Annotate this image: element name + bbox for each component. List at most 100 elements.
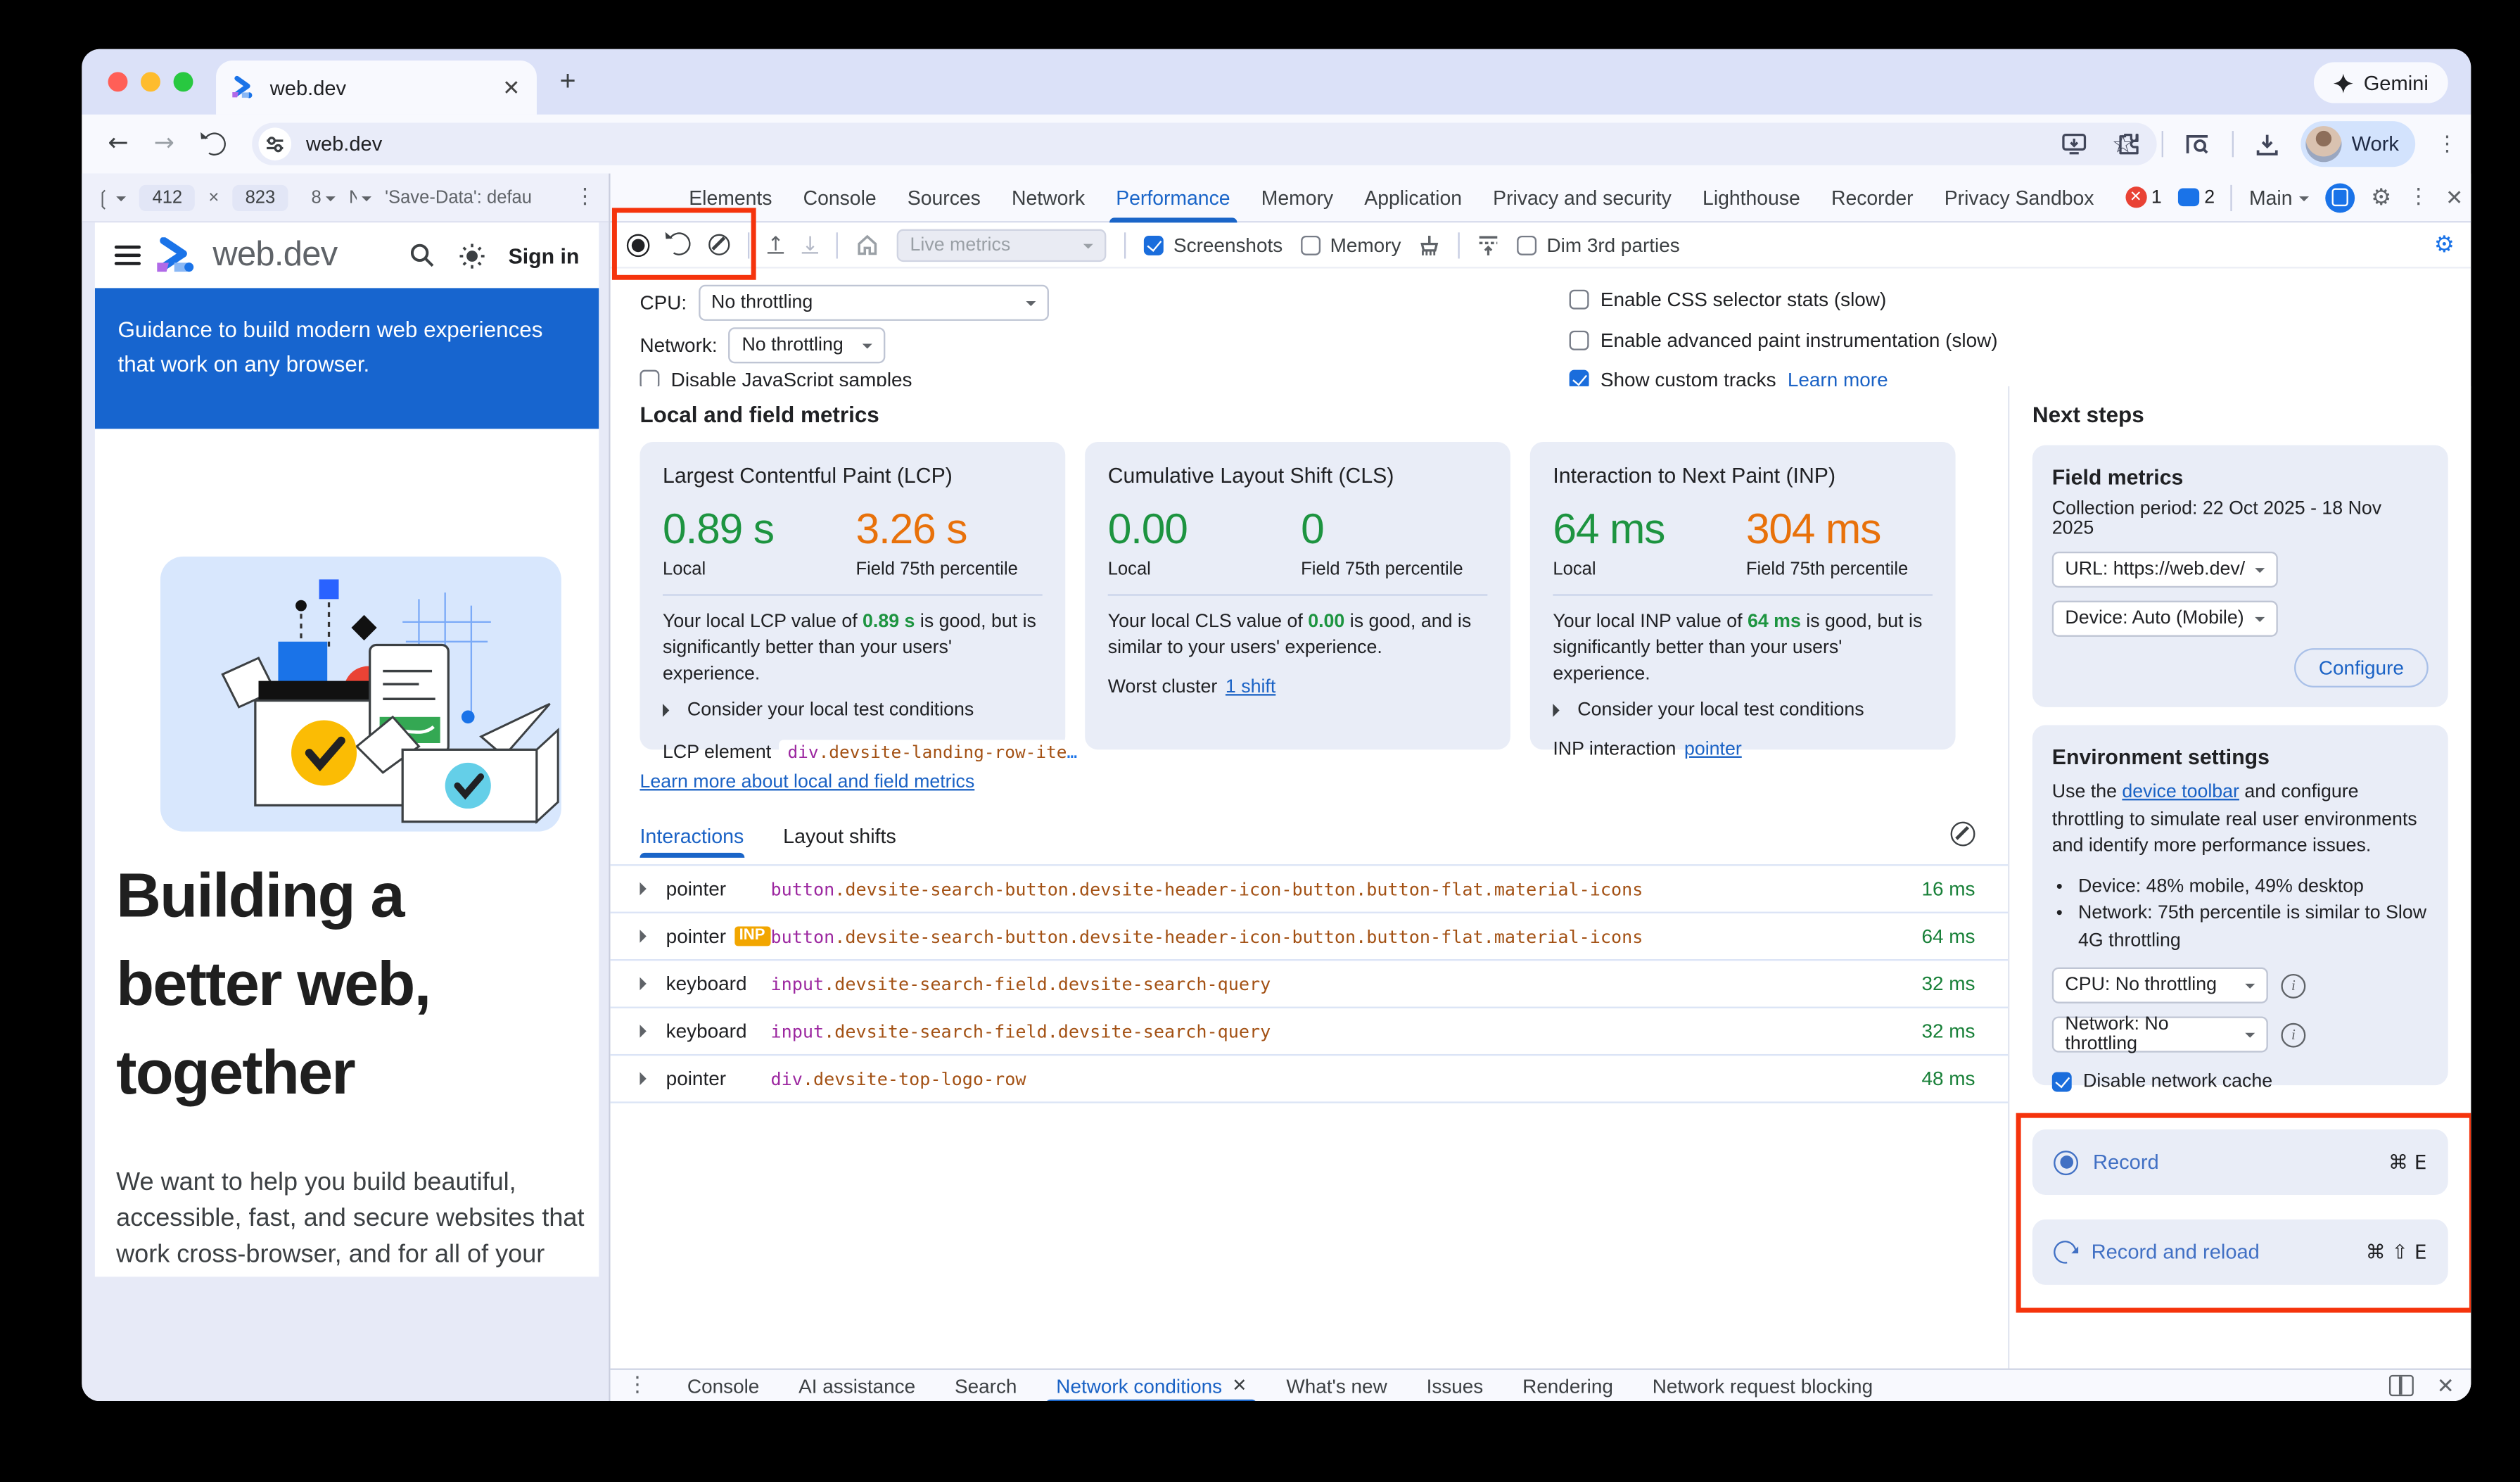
devtools-close-icon[interactable]: ✕ (2445, 184, 2463, 210)
env-cpu-select[interactable]: CPU: No throttling (2052, 968, 2268, 1003)
sign-in-button[interactable]: Sign in (509, 243, 580, 267)
drawer-tab-close-icon[interactable]: ✕ (1232, 1375, 1247, 1396)
interaction-row[interactable]: pointer div.devsite-top-logo-row 48 ms (611, 1054, 2008, 1103)
browser-menu-icon[interactable]: ⋮ (2436, 132, 2457, 156)
drawer-tab-rendering[interactable]: Rendering (1522, 1369, 1613, 1401)
tab-lighthouse[interactable]: Lighthouse (1703, 172, 1800, 222)
inp-pointer-link[interactable]: pointer (1684, 740, 1742, 759)
learn-more-metrics-link[interactable]: Learn more about local and field metrics (639, 773, 974, 792)
lcp-consider-toggle[interactable]: Consider your local test conditions (663, 701, 1043, 721)
back-button[interactable]: ← (108, 127, 129, 157)
interaction-row[interactable]: keyboard input.devsite-search-field.devs… (611, 959, 2008, 1006)
record-and-reload-button[interactable]: Record and reload ⌘ ⇧ E (2032, 1220, 2448, 1285)
install-icon[interactable] (2061, 132, 2086, 156)
minimize-window-button[interactable] (141, 72, 160, 91)
configure-button[interactable]: Configure (2294, 648, 2429, 688)
screenshots-checkbox[interactable] (1144, 235, 1164, 255)
live-metrics-select[interactable]: Live metrics (897, 228, 1107, 261)
drawer-tab-ai-assistance[interactable]: AI assistance (798, 1369, 915, 1401)
new-tab-button[interactable]: + (559, 65, 575, 99)
network-throttle-select[interactable]: No throttling (729, 327, 886, 363)
tab-console[interactable]: Console (803, 172, 877, 222)
message-badge[interactable]: 2 (2178, 187, 2215, 207)
flame-collapse-icon[interactable] (1478, 233, 1499, 256)
memory-checkbox[interactable] (1301, 235, 1321, 255)
tab-layout-shifts[interactable]: Layout shifts (783, 825, 896, 858)
drawer-split-icon[interactable] (2389, 1375, 2414, 1396)
target-select[interactable]: Main (2249, 186, 2309, 209)
search-tabs-icon[interactable] (2184, 132, 2210, 156)
device-width-input[interactable]: 412 (139, 184, 196, 210)
device-posture-icon[interactable] (2325, 182, 2355, 212)
inp-consider-toggle[interactable]: Consider your local test conditions (1553, 701, 1933, 721)
network-info-icon[interactable]: i (2281, 1022, 2305, 1047)
interaction-row[interactable]: keyboard input.devsite-search-field.devs… (611, 1006, 2008, 1053)
close-window-button[interactable] (108, 72, 128, 91)
forward-button[interactable]: → (154, 127, 174, 157)
save-data-select[interactable]: 'Save-Data': defau (385, 187, 532, 207)
gemini-button[interactable]: Gemini (2315, 62, 2448, 103)
device-toolbar-menu-icon[interactable]: ⋮ (574, 185, 595, 210)
reload-button[interactable] (203, 132, 226, 162)
devtools-menu-icon[interactable]: ⋮ (2408, 185, 2429, 210)
field-url-select[interactable]: URL: https://web.dev/ (2052, 552, 2278, 588)
env-network-select[interactable]: Network: No throttling (2052, 1016, 2268, 1052)
drawer-tab-network-request-blocking[interactable]: Network request blocking (1653, 1369, 1873, 1401)
record-reload-icon[interactable] (668, 232, 691, 260)
drawer-tab-search[interactable]: Search (955, 1369, 1017, 1401)
throttling-select[interactable]: N (349, 187, 372, 207)
tab-performance[interactable]: Performance (1116, 172, 1230, 222)
error-badge[interactable]: ✕1 (2125, 186, 2162, 208)
drawer-tab-network-conditions[interactable]: Network conditions✕ (1056, 1369, 1247, 1401)
search-icon[interactable] (409, 242, 435, 268)
omnibox[interactable]: web.dev ☆ (252, 122, 2156, 165)
tab-network[interactable]: Network (1012, 172, 1085, 222)
device-select[interactable]: ❲ (95, 186, 126, 209)
site-settings-icon[interactable] (259, 127, 292, 160)
site-brand[interactable]: web.dev (212, 236, 337, 275)
tab-elements[interactable]: Elements (689, 172, 772, 222)
downloads-icon[interactable] (2255, 132, 2279, 156)
disable-cache-checkbox[interactable] (2052, 1072, 2072, 1092)
zoom-select[interactable]: 8 (311, 187, 336, 207)
cls-shift-link[interactable]: 1 shift (1226, 678, 1275, 697)
save-profile-icon[interactable]: ↓ (802, 236, 818, 254)
tab-privacy-sandbox[interactable]: Privacy Sandbox (1945, 172, 2094, 222)
tab-sources[interactable]: Sources (908, 172, 981, 222)
drawer-close-icon[interactable]: ✕ (2437, 1372, 2455, 1398)
profile-chip[interactable]: Work (2301, 121, 2416, 167)
drawer-menu-icon[interactable]: ⋮ (627, 1374, 648, 1398)
garbage-collect-icon[interactable] (1419, 233, 1440, 256)
theme-toggle-icon[interactable] (457, 241, 485, 270)
clear-icon[interactable] (708, 234, 730, 255)
interaction-row[interactable]: pointerINP button.devsite-search-button.… (611, 912, 2008, 959)
tab-interactions[interactable]: Interactions (639, 825, 744, 858)
capture-settings-icon[interactable]: ⚙ (2434, 232, 2455, 258)
adv-paint-checkbox[interactable] (1570, 331, 1589, 350)
devtools-settings-icon[interactable]: ⚙ (2371, 184, 2391, 210)
tab-close-icon[interactable]: ✕ (502, 75, 520, 101)
load-profile-icon[interactable]: ↑ (768, 236, 784, 254)
browser-tab[interactable]: web.dev ✕ (216, 61, 537, 115)
drawer-tab-whats-new[interactable]: What's new (1286, 1369, 1387, 1401)
tab-application[interactable]: Application (1364, 172, 1462, 222)
field-device-select[interactable]: Device: Auto (Mobile) (2052, 601, 2278, 637)
home-icon[interactable] (856, 234, 879, 255)
device-height-input[interactable]: 823 (232, 184, 288, 210)
device-toolbar-link[interactable]: device toolbar (2122, 783, 2239, 802)
clear-log-icon[interactable] (1951, 822, 1975, 847)
drawer-tab-console[interactable]: Console (687, 1369, 759, 1401)
tab-privacy-security[interactable]: Privacy and security (1493, 172, 1672, 222)
css-stats-checkbox[interactable] (1570, 290, 1589, 310)
interaction-row[interactable]: pointer button.devsite-search-button.dev… (611, 864, 2008, 911)
zoom-window-button[interactable] (174, 72, 193, 91)
cpu-throttle-select[interactable]: No throttling (698, 285, 1048, 321)
extensions-icon[interactable] (2116, 131, 2141, 157)
record-button[interactable]: Record ⌘ E (2032, 1129, 2448, 1195)
record-icon[interactable] (627, 233, 650, 256)
lcp-element-chip[interactable]: div.devsite-landing-row-ite… (779, 740, 1086, 764)
dim-3rd-parties-checkbox[interactable] (1517, 235, 1537, 255)
menu-icon[interactable] (115, 246, 141, 265)
tab-memory[interactable]: Memory (1261, 172, 1333, 222)
cpu-info-icon[interactable]: i (2281, 973, 2305, 998)
